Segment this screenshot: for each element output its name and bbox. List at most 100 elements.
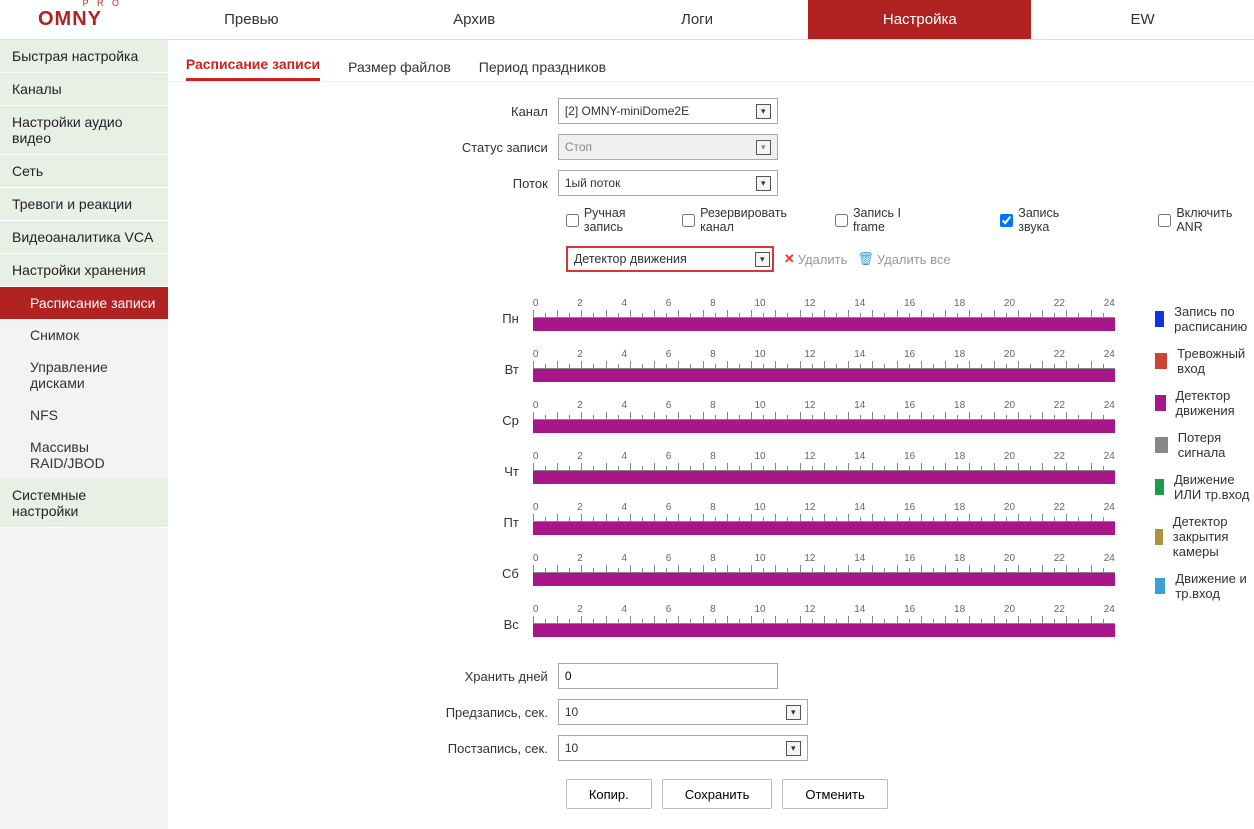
side-av-settings[interactable]: Настройки аудио видео xyxy=(0,106,168,155)
schedule-tick-label: 6 xyxy=(666,502,672,514)
schedule-tick-label: 18 xyxy=(954,298,965,310)
schedule-track[interactable]: 024681012141618202224 xyxy=(533,298,1115,331)
schedule-bar[interactable] xyxy=(533,573,1115,586)
anr-checkbox[interactable]: Включить ANR xyxy=(1158,206,1254,234)
side-snapshot[interactable]: Снимок xyxy=(0,319,168,351)
side-system[interactable]: Системные настройки xyxy=(0,479,168,528)
schedule-tick-label: 20 xyxy=(1004,553,1015,565)
schedule-tick-label: 20 xyxy=(1004,502,1015,514)
legend-swatch xyxy=(1155,353,1167,369)
nav-preview[interactable]: Превью xyxy=(140,0,363,39)
legend-item[interactable]: Запись по расписанию xyxy=(1155,304,1254,334)
side-nfs[interactable]: NFS xyxy=(0,399,168,431)
schedule-track[interactable]: 024681012141618202224 xyxy=(533,553,1115,586)
legend-label: Детектор закрытия камеры xyxy=(1173,514,1254,559)
schedule-tick-label: 6 xyxy=(666,349,672,361)
schedule-track[interactable]: 024681012141618202224 xyxy=(533,349,1115,382)
side-quick-setup[interactable]: Быстрая настройка xyxy=(0,40,168,73)
schedule-day-label: Чт xyxy=(478,456,533,479)
copy-button[interactable]: Копир. xyxy=(566,779,652,809)
schedule-track[interactable]: 024681012141618202224 xyxy=(533,604,1115,637)
legend-swatch xyxy=(1155,479,1164,495)
schedule-tick-label: 10 xyxy=(754,451,765,463)
schedule-tick-label: 22 xyxy=(1054,604,1065,616)
schedule-tick-label: 24 xyxy=(1104,553,1115,565)
logo-main-text: OMNY xyxy=(38,8,102,31)
prerecord-select[interactable]: 10 ▾ xyxy=(558,699,808,725)
schedule-tick-label: 18 xyxy=(954,400,965,412)
schedule-tick-label: 0 xyxy=(533,502,539,514)
legend-item[interactable]: Потеря сигнала xyxy=(1155,430,1254,460)
schedule-tick-label: 12 xyxy=(804,604,815,616)
stream-select[interactable]: 1ый поток ▾ xyxy=(558,170,778,196)
schedule-tick-label: 22 xyxy=(1054,502,1065,514)
legend-item[interactable]: Детектор движения xyxy=(1155,388,1254,418)
side-vca[interactable]: Видеоаналитика VCA xyxy=(0,221,168,254)
schedule-bar[interactable] xyxy=(533,318,1115,331)
status-select[interactable]: Стоп ▾ xyxy=(558,134,778,160)
audio-checkbox[interactable]: Запись звука xyxy=(1000,206,1086,234)
schedule-tick-label: 2 xyxy=(577,400,583,412)
side-alarms[interactable]: Тревоги и реакции xyxy=(0,188,168,221)
channel-label: Канал xyxy=(168,104,558,119)
schedule-track[interactable]: 024681012141618202224 xyxy=(533,502,1115,535)
legend-item[interactable]: Детектор закрытия камеры xyxy=(1155,514,1254,559)
legend-label: Запись по расписанию xyxy=(1174,304,1254,334)
schedule-row: Пн024681012141618202224 xyxy=(478,298,1115,331)
channel-select[interactable]: [2] OMNY-miniDome2E ▾ xyxy=(558,98,778,124)
schedule-grid: Пн024681012141618202224Вт024681012141618… xyxy=(478,298,1115,655)
side-network[interactable]: Сеть xyxy=(0,155,168,188)
schedule-track[interactable]: 024681012141618202224 xyxy=(533,400,1115,433)
schedule-tick-label: 10 xyxy=(754,604,765,616)
side-storage[interactable]: Настройки хранения xyxy=(0,254,168,287)
schedule-tick-label: 0 xyxy=(533,298,539,310)
side-record-schedule[interactable]: Расписание записи xyxy=(0,287,168,319)
subtabs: Расписание записи Размер файлов Период п… xyxy=(168,48,1254,82)
schedule-track[interactable]: 024681012141618202224 xyxy=(533,451,1115,484)
legend-swatch xyxy=(1155,529,1163,545)
manual-record-checkbox[interactable]: Ручная запись xyxy=(566,206,660,234)
schedule-bar[interactable] xyxy=(533,420,1115,433)
stream-label: Поток xyxy=(168,176,558,191)
subtab-filesize[interactable]: Размер файлов xyxy=(348,59,451,81)
subtab-holiday[interactable]: Период праздников xyxy=(479,59,606,81)
delete-button[interactable]: ✕Удалить xyxy=(784,251,848,267)
iframe-checkbox[interactable]: Запись I frame xyxy=(835,206,928,234)
schedule-bar[interactable] xyxy=(533,624,1115,637)
schedule-tick-label: 12 xyxy=(804,298,815,310)
legend-item[interactable]: Движение и тр.вход xyxy=(1155,571,1254,601)
reserve-channel-checkbox[interactable]: Резервировать канал xyxy=(682,206,813,234)
schedule-tick-label: 0 xyxy=(533,400,539,412)
subtab-schedule[interactable]: Расписание записи xyxy=(186,56,320,81)
schedule-bar[interactable] xyxy=(533,522,1115,535)
keep-days-input[interactable] xyxy=(558,663,778,689)
schedule-tick-label: 6 xyxy=(666,400,672,412)
nav-settings[interactable]: Настройка xyxy=(808,0,1031,39)
schedule-tick-label: 20 xyxy=(1004,349,1015,361)
save-button[interactable]: Сохранить xyxy=(662,779,773,809)
schedule-tick-label: 24 xyxy=(1104,400,1115,412)
schedule-tick-label: 24 xyxy=(1104,349,1115,361)
schedule-tick-label: 2 xyxy=(577,502,583,514)
nav-logs[interactable]: Логи xyxy=(586,0,809,39)
schedule-tick-label: 0 xyxy=(533,604,539,616)
postrecord-select[interactable]: 10 ▾ xyxy=(558,735,808,761)
delete-all-button[interactable]: 🗑Удалить все xyxy=(857,251,950,267)
nav-ew[interactable]: EW xyxy=(1031,0,1254,39)
schedule-day-label: Сб xyxy=(478,558,533,581)
side-raid[interactable]: Массивы RAID/JBOD xyxy=(0,431,168,479)
schedule-bar[interactable] xyxy=(533,369,1115,382)
schedule-tick-label: 2 xyxy=(577,451,583,463)
schedule-bar[interactable] xyxy=(533,471,1115,484)
side-channels[interactable]: Каналы xyxy=(0,73,168,106)
schedule-day-label: Вт xyxy=(478,354,533,377)
legend-item[interactable]: Движение ИЛИ тр.вход xyxy=(1155,472,1254,502)
schedule-tick-label: 4 xyxy=(621,298,627,310)
legend-item[interactable]: Тревожный вход xyxy=(1155,346,1254,376)
event-type-select[interactable]: Детектор движения ▾ xyxy=(566,246,774,272)
cancel-button[interactable]: Отменить xyxy=(782,779,887,809)
nav-archive[interactable]: Архив xyxy=(363,0,586,39)
side-disk-mgmt[interactable]: Управление дисками xyxy=(0,351,168,399)
schedule-tick-label: 12 xyxy=(804,502,815,514)
status-label: Статус записи xyxy=(168,140,558,155)
